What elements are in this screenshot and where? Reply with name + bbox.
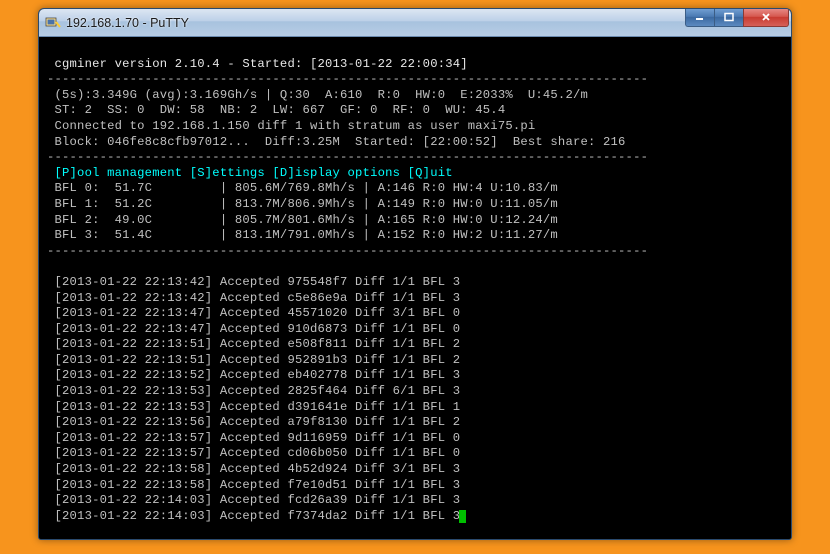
log-line: [2013-01-22 22:13:52] Accepted eb402778 … — [47, 368, 460, 382]
divider: ----------------------------------------… — [47, 72, 648, 86]
divider: ----------------------------------------… — [47, 244, 648, 258]
log-line: [2013-01-22 22:14:03] Accepted fcd26a39 … — [47, 493, 460, 507]
status-line-2: ST: 2 SS: 0 DW: 58 NB: 2 LW: 667 GF: 0 R… — [47, 103, 505, 117]
log-line: [2013-01-22 22:13:47] Accepted 45571020 … — [47, 306, 460, 320]
terminal-output[interactable]: cgminer version 2.10.4 - Started: [2013-… — [39, 37, 791, 528]
header-line: cgminer version 2.10.4 - Started: [2013-… — [47, 57, 468, 71]
log-line: [2013-01-22 22:13:58] Accepted f7e10d51 … — [47, 478, 460, 492]
log-line: [2013-01-22 22:13:53] Accepted 2825f464 … — [47, 384, 460, 398]
divider: ----------------------------------------… — [47, 150, 648, 164]
maximize-button[interactable] — [714, 8, 743, 27]
putty-icon — [45, 15, 61, 31]
titlebar[interactable]: 192.168.1.70 - PuTTY — [39, 9, 791, 37]
log-line: [2013-01-22 22:13:57] Accepted cd06b050 … — [47, 446, 460, 460]
log-line: [2013-01-22 22:13:47] Accepted 910d6873 … — [47, 322, 460, 336]
menu-line: [P]ool management [S]ettings [D]isplay o… — [47, 166, 453, 180]
minimize-button[interactable] — [685, 8, 714, 27]
terminal-cursor — [459, 510, 466, 523]
log-line: [2013-01-22 22:13:58] Accepted 4b52d924 … — [47, 462, 460, 476]
window-title: 192.168.1.70 - PuTTY — [66, 16, 787, 30]
log-line: [2013-01-22 22:13:53] Accepted d391641e … — [47, 400, 460, 414]
device-line: BFL 3: 51.4C | 813.1M/791.0Mh/s | A:152 … — [47, 228, 558, 242]
putty-window: 192.168.1.70 - PuTTY cgminer version 2.1… — [38, 8, 792, 540]
status-line-1: (5s):3.349G (avg):3.169Gh/s | Q:30 A:610… — [47, 88, 588, 102]
device-line: BFL 2: 49.0C | 805.7M/801.6Mh/s | A:165 … — [47, 213, 558, 227]
log-line: [2013-01-22 22:13:56] Accepted a79f8130 … — [47, 415, 460, 429]
device-line: BFL 1: 51.2C | 813.7M/806.9Mh/s | A:149 … — [47, 197, 558, 211]
status-line-3: Connected to 192.168.1.150 diff 1 with s… — [47, 119, 535, 133]
log-line: [2013-01-22 22:13:51] Accepted 952891b3 … — [47, 353, 460, 367]
log-line: [2013-01-22 22:13:57] Accepted 9d116959 … — [47, 431, 460, 445]
status-line-4: Block: 046fe8c8cfb97012... Diff:3.25M St… — [47, 135, 626, 149]
close-button[interactable] — [743, 8, 789, 27]
log-line: [2013-01-22 22:13:42] Accepted 975548f7 … — [47, 275, 460, 289]
device-line: BFL 0: 51.7C | 805.6M/769.8Mh/s | A:146 … — [47, 181, 558, 195]
log-line: [2013-01-22 22:14:03] Accepted f7374da2 … — [47, 509, 460, 523]
log-line: [2013-01-22 22:13:51] Accepted e508f811 … — [47, 337, 460, 351]
window-controls — [685, 8, 789, 27]
log-line: [2013-01-22 22:13:42] Accepted c5e86e9a … — [47, 291, 460, 305]
